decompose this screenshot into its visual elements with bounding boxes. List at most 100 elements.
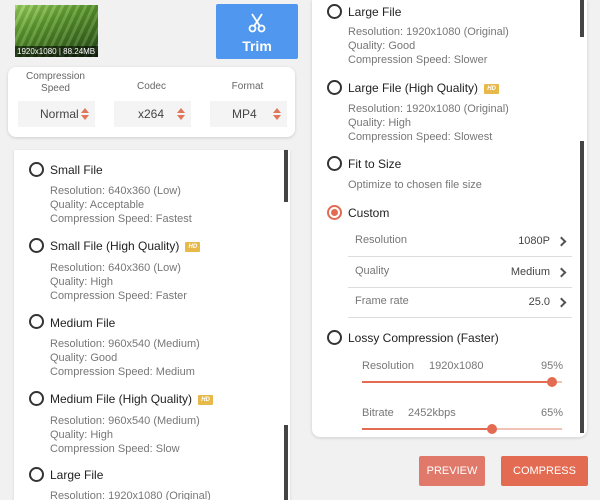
slider-fill (362, 381, 552, 383)
format-select[interactable]: MP4 (210, 101, 287, 127)
format-setting: Format MP4 (200, 67, 295, 137)
sort-arrows-icon (81, 108, 89, 120)
row-label: Frame rate (355, 295, 409, 307)
preview-button[interactable]: PREVIEW (419, 456, 485, 486)
radio-button[interactable] (29, 467, 44, 482)
option-resolution: Resolution: 1920x1080 (Original) (50, 490, 211, 500)
scrollbar[interactable] (284, 150, 288, 202)
radio-button[interactable] (29, 162, 44, 177)
row-value: 25.0 (528, 296, 550, 308)
radio-button[interactable] (327, 4, 342, 19)
option-quality: Quality: Good (348, 40, 416, 52)
option-speed: Compression Speed: Medium (50, 366, 195, 378)
bitrate-slider-label: Bitrate (362, 407, 394, 419)
hd-badge-icon: HD (484, 83, 500, 94)
bitrate-slider-value: 2452kbps (408, 407, 456, 419)
format-value: MP4 (232, 107, 257, 121)
scrollbar[interactable] (284, 425, 288, 500)
codec-select[interactable]: x264 (114, 101, 191, 127)
option-title-text: Small File (High Quality) (50, 239, 180, 253)
option-title-text: Medium File (High Quality) (50, 392, 193, 406)
resolution-slider[interactable] (362, 377, 562, 387)
option-speed: Compression Speed: Slower (348, 54, 488, 66)
codec-value: x264 (138, 107, 165, 121)
option-title: Medium File (50, 316, 116, 330)
video-thumbnail[interactable]: 1920x1080 | 88.24MB (15, 5, 98, 57)
compression-speed-select[interactable]: Normal (18, 101, 95, 127)
compress-button[interactable]: COMPRESS (501, 456, 588, 486)
hd-badge-icon: HD (198, 394, 214, 405)
resolution-slider-percent: 95% (541, 360, 564, 372)
radio-button[interactable] (29, 391, 44, 406)
option-title: Small File (High Quality) HD (50, 239, 201, 253)
option-speed: Compression Speed: Slowest (348, 131, 493, 143)
compression-speed-title-line1: Compression (26, 71, 85, 82)
radio-button[interactable] (327, 330, 342, 345)
row-label: Resolution (355, 234, 407, 246)
video-info-label: 1920x1080 | 88.24MB (15, 46, 98, 57)
option-resolution: Resolution: 960x540 (Medium) (50, 415, 200, 427)
option-description: Optimize to chosen file size (348, 179, 482, 191)
chevron-right-icon (556, 236, 567, 247)
option-resolution: Resolution: 1920x1080 (Original) (348, 103, 509, 115)
compression-speed-value: Normal (40, 107, 79, 121)
row-value: 1080P (518, 235, 550, 247)
radio-button[interactable] (29, 314, 44, 329)
radio-button-selected[interactable] (327, 205, 342, 220)
option-resolution: Resolution: 640x360 (Low) (50, 185, 181, 197)
bitrate-slider-percent: 65% (541, 407, 564, 419)
sort-arrows-icon (177, 108, 185, 120)
bitrate-slider[interactable] (362, 424, 562, 434)
slider-thumb[interactable] (547, 377, 557, 387)
trim-button[interactable]: Trim (216, 4, 298, 59)
sort-arrows-icon (273, 108, 281, 120)
slider-thumb[interactable] (487, 424, 497, 434)
option-quality: Quality: High (50, 429, 113, 441)
option-title: Fit to Size (348, 157, 402, 171)
option-title: Large File (High Quality) HD (348, 81, 500, 95)
option-resolution: Resolution: 640x360 (Low) (50, 262, 181, 274)
scrollbar[interactable] (580, 141, 584, 433)
trim-label: Trim (242, 38, 272, 54)
option-speed: Compression Speed: Faster (50, 290, 187, 302)
chevron-right-icon (556, 297, 567, 308)
option-quality: Quality: High (348, 117, 411, 129)
radio-button[interactable] (327, 156, 342, 171)
preset-list-left: Small File Resolution: 640x360 (Low) Qua… (14, 150, 290, 500)
option-resolution: Resolution: 1920x1080 (Original) (348, 26, 509, 38)
option-resolution: Resolution: 960x540 (Medium) (50, 338, 200, 350)
resolution-slider-value: 1920x1080 (429, 360, 484, 372)
option-speed: Compression Speed: Fastest (50, 213, 192, 225)
resolution-slider-label: Resolution (362, 360, 414, 372)
compression-speed-title-line2: Speed (41, 83, 70, 94)
option-title: Large File (50, 468, 104, 482)
row-label: Quality (355, 265, 390, 277)
option-quality: Quality: Good (50, 352, 118, 364)
slider-fill (362, 428, 492, 430)
option-title: Small File (50, 163, 103, 177)
option-title-text: Large File (High Quality) (348, 81, 479, 95)
custom-quality-row[interactable]: Quality Medium (348, 257, 572, 288)
option-title: Lossy Compression (Faster) (348, 331, 499, 345)
compression-speed-title: Compression Speed (8, 71, 103, 95)
option-quality: Quality: High (50, 276, 113, 288)
format-title: Format (231, 81, 264, 92)
preset-list-right: Large File Resolution: 1920x1080 (Origin… (312, 0, 587, 437)
chevron-right-icon (556, 267, 567, 278)
scissors-icon (248, 13, 266, 33)
option-title: Medium File (High Quality) HD (50, 392, 214, 406)
option-speed: Compression Speed: Slow (50, 443, 180, 455)
radio-button[interactable] (29, 238, 44, 253)
compression-settings-card: Compression Speed Normal Codec x264 Form… (8, 67, 295, 137)
option-quality: Quality: Acceptable (50, 199, 145, 211)
codec-setting: Codec x264 (104, 67, 199, 137)
option-title: Large File (348, 5, 402, 19)
codec-title: Codec (137, 81, 166, 92)
row-value: Medium (510, 266, 550, 278)
option-title: Custom (348, 206, 390, 220)
compression-speed-setting: Compression Speed Normal (8, 67, 103, 137)
scrollbar[interactable] (580, 0, 584, 37)
custom-resolution-row[interactable]: Resolution 1080P (348, 226, 572, 257)
custom-frame-rate-row[interactable]: Frame rate 25.0 (348, 287, 572, 318)
radio-button[interactable] (327, 80, 342, 95)
